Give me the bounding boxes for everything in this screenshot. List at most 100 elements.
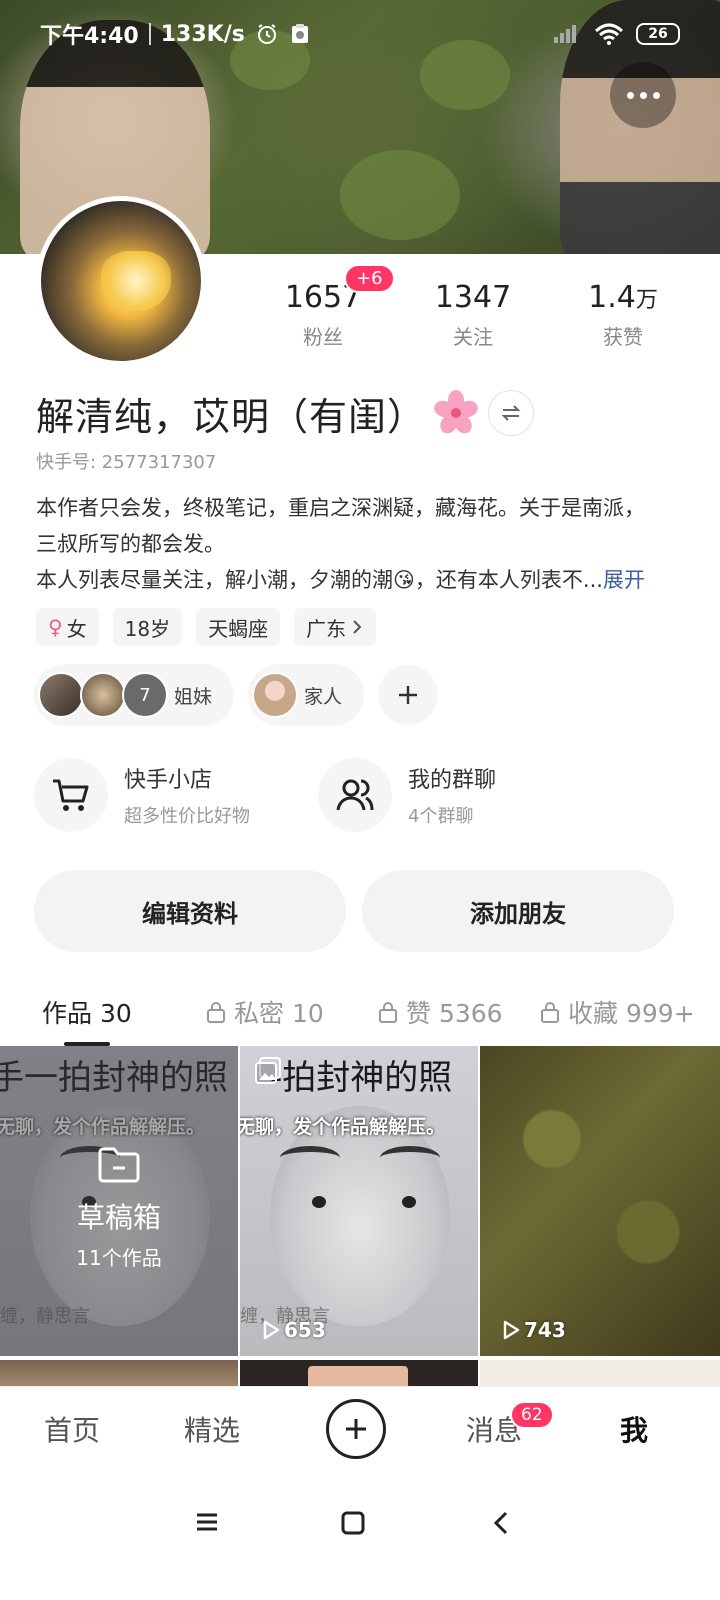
female-symbol-icon: ♀ [48, 615, 63, 639]
more-dot-icon [639, 91, 647, 99]
drafts-box-tile[interactable]: 手一拍封神的照 无聊，发个作品解解压。 缠，静思言 草稿箱 11个作品 [0, 1046, 238, 1356]
member-count-avatar: 7 [122, 672, 168, 718]
play-count-value: 743 [524, 1318, 566, 1342]
work-tile[interactable]: -拍封神的照 无聊，发个作品解解压。 缠，静思言 653 [240, 1046, 478, 1356]
profile-avatar[interactable] [36, 196, 206, 366]
play-count-value: 653 [284, 1318, 326, 1342]
plus-icon [399, 686, 418, 704]
meme-eye [402, 1196, 416, 1208]
stat-following-value: 1347 [434, 280, 512, 315]
status-time: 下午4:40 [40, 24, 139, 49]
tag-zodiac: 天蝎座 [196, 608, 281, 646]
tile-caption: -拍封神的照 [270, 1058, 453, 1098]
tag-location[interactable]: 广东 [294, 608, 377, 646]
swap-arrows-icon [501, 405, 521, 421]
bio-line: 三叔所写的都会发。 [36, 532, 225, 556]
group-chat-title: 我的群聊 [408, 768, 497, 793]
group-family[interactable]: 家人 [248, 664, 365, 726]
profile-tags: ♀ 女 18岁 天蝎座 广东 [36, 608, 377, 646]
profile-name: 解清纯，苡明（有闺） [36, 394, 427, 439]
tag-location-label: 广东 [306, 616, 347, 641]
back-chevron-icon[interactable] [490, 1510, 512, 1536]
group-sisters[interactable]: 7 姐妹 [34, 664, 235, 726]
tab-works[interactable]: 作品 30 [42, 994, 132, 1030]
cellular-signal-icon [554, 25, 576, 43]
bio-line: 本人列表尽量关注，解小潮，夕潮的潮😘，还有本人列表不... [36, 568, 603, 592]
bio-line: 本作者只会发，终极笔记，重启之深渊疑，藏海花。关于是南派， [36, 496, 645, 520]
lock-icon [379, 1002, 397, 1023]
play-icon [503, 1320, 520, 1340]
stat-following-label: 关注 [453, 325, 493, 349]
tag-gender: ♀ 女 [36, 608, 99, 646]
tab-private-label: 私密 10 [234, 999, 324, 1028]
group-users-icon [336, 779, 374, 811]
avatar-bouquet-image [101, 251, 171, 311]
new-fans-badge: +6 [344, 264, 395, 293]
cover-foliage [340, 150, 460, 240]
member-avatar [80, 672, 126, 718]
photo-album-icon [255, 1057, 281, 1084]
more-dot-icon [652, 91, 660, 99]
plus-icon [346, 1419, 366, 1439]
more-dot-icon [626, 91, 634, 99]
messages-unread-badge: 62 [510, 1401, 554, 1429]
tab-liked[interactable]: 赞 5366 [378, 994, 503, 1030]
nav-home[interactable]: 首页 [44, 1409, 100, 1449]
kuaishou-id: 快手号: 2577317307 [36, 452, 217, 473]
tab-private[interactable]: 私密 10 [206, 994, 324, 1030]
profile-bio: 本作者只会发，终极笔记，重启之深渊疑，藏海花。关于是南派， 三叔所写的都会发。 … [36, 490, 686, 598]
add-friends-button[interactable]: 添加朋友 [362, 870, 674, 952]
status-net-speed: 133K/s [160, 21, 245, 47]
meme-brow [380, 1146, 440, 1170]
member-avatar [38, 672, 84, 718]
stat-likes[interactable]: 1.4万 获赞 [548, 280, 698, 360]
bio-expand-link[interactable]: 展开 [603, 568, 645, 592]
folder-icon [98, 1147, 140, 1183]
more-options-button[interactable] [610, 62, 676, 128]
stat-likes-unit: 万 [635, 288, 658, 313]
shop-icon-wrap [34, 758, 108, 832]
menu-icon[interactable] [194, 1510, 220, 1534]
add-group-button[interactable] [378, 665, 439, 725]
profile-actions: 编辑资料 添加朋友 [34, 870, 674, 952]
work-tile[interactable]: 743 [480, 1046, 720, 1356]
profile-name-row: 解清纯，苡明（有闺） [36, 388, 535, 439]
battery-indicator: 26 [636, 23, 680, 45]
kuaishou-shop-entry[interactable]: 快手小店 超多性价比好物 [34, 758, 318, 832]
shop-subtitle: 超多性价比好物 [124, 806, 250, 827]
nav-me[interactable]: 我 [620, 1409, 648, 1449]
profile-stats: 1657 粉丝 +6 1347 关注 1.4万 获赞 [248, 264, 698, 360]
stat-likes-number: 1.4 [588, 280, 636, 315]
tab-favorites-label: 收藏 999+ [568, 999, 695, 1028]
group-family-label: 家人 [304, 685, 343, 708]
shopping-cart-icon [53, 779, 89, 811]
drafts-label: 草稿箱 11个作品 [0, 1146, 238, 1271]
chevron-right-icon [353, 620, 362, 634]
shop-title: 快手小店 [124, 768, 213, 793]
group-chat-entry[interactable]: 我的群聊 4个群聊 [318, 758, 602, 832]
alarm-icon [257, 24, 276, 44]
home-square-icon[interactable] [340, 1510, 366, 1536]
edit-profile-button[interactable]: 编辑资料 [34, 870, 346, 952]
system-navigation-bar [0, 1474, 720, 1600]
tile-subcaption: 无聊，发个作品解解压。 [240, 1116, 446, 1138]
status-divider [148, 23, 151, 45]
create-post-button[interactable] [326, 1399, 386, 1459]
profile-services: 快手小店 超多性价比好物 我的群聊 4个群聊 [34, 758, 602, 832]
tab-favorites[interactable]: 收藏 999+ [540, 994, 695, 1030]
lock-icon [541, 1002, 559, 1023]
switch-account-button[interactable] [488, 390, 535, 436]
group-sisters-label: 姐妹 [174, 685, 213, 708]
drafts-count: 11个作品 [76, 1246, 162, 1270]
play-icon [263, 1320, 280, 1340]
tag-age: 18岁 [112, 608, 183, 646]
stat-fans[interactable]: 1657 粉丝 +6 [248, 264, 398, 360]
relationship-groups: 7 姐妹 家人 [34, 664, 439, 726]
works-grid: 手一拍封神的照 无聊，发个作品解解压。 缠，静思言 草稿箱 11个作品 -拍封神… [0, 1046, 720, 1390]
stat-likes-value: 1.4万 [548, 280, 698, 315]
nav-featured[interactable]: 精选 [184, 1409, 240, 1449]
stat-following[interactable]: 1347 关注 [398, 280, 548, 360]
meme-eye [312, 1196, 326, 1208]
lock-icon [207, 1002, 225, 1023]
group-chat-subtitle: 4个群聊 [408, 806, 474, 827]
